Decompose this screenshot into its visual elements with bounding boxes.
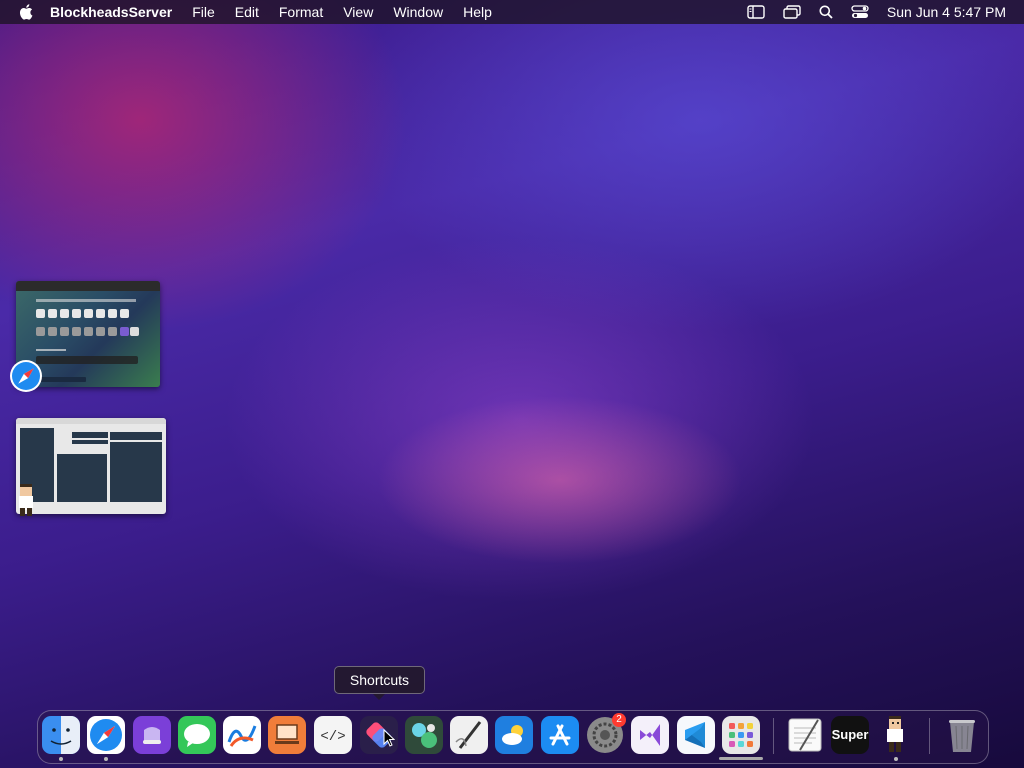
safari-thumbnail-badge-icon [10, 360, 42, 392]
freeform-icon[interactable] [223, 716, 261, 754]
safari-running-indicator [104, 757, 108, 761]
blockheads-running-indicator [894, 757, 898, 761]
menu-bar: BlockheadsServer File Edit Format View W… [0, 0, 1024, 24]
app-name-menu[interactable]: BlockheadsServer [50, 4, 172, 20]
super-label: Super [831, 727, 869, 742]
weather-icon[interactable] [495, 716, 533, 754]
pencil-app-icon[interactable] [450, 716, 488, 754]
dock-separator [773, 718, 774, 754]
menu-edit[interactable]: Edit [235, 4, 259, 20]
menu-window[interactable]: Window [393, 4, 443, 20]
dock-tooltip: Shortcuts [334, 666, 425, 700]
control-center-icon[interactable] [851, 5, 869, 19]
blockheads-thumbnail-badge-icon [16, 484, 36, 518]
textedit-icon[interactable] [786, 716, 824, 754]
trash-icon[interactable] [942, 716, 982, 754]
launchpad-progress-bar [719, 757, 763, 760]
thumbnail-preview [16, 418, 166, 510]
finder-icon[interactable] [42, 716, 80, 754]
mouse-cursor-icon [383, 729, 395, 747]
apple-logo-icon[interactable] [18, 3, 36, 21]
vscode-icon[interactable] [677, 716, 715, 754]
badge-count: 2 [616, 714, 622, 725]
palette-app-icon[interactable] [405, 716, 443, 754]
app-store-icon[interactable] [541, 716, 579, 754]
script-editor-icon[interactable]: </> [314, 716, 352, 754]
windows-icon[interactable] [783, 5, 801, 19]
blockheads-window-thumbnail[interactable] [16, 418, 166, 514]
menu-help[interactable]: Help [463, 4, 492, 20]
launchpad-icon[interactable] [722, 716, 760, 754]
menu-view[interactable]: View [343, 4, 373, 20]
menu-format[interactable]: Format [279, 4, 323, 20]
notification-badge: 2 [612, 713, 626, 727]
dock-separator-trash [929, 718, 930, 754]
podcasts-icon[interactable] [133, 716, 171, 754]
status-area: Sun Jun 4 5:47 PM [729, 0, 1006, 24]
menu-file[interactable]: File [192, 4, 215, 20]
safari-icon[interactable] [87, 716, 125, 754]
menubar-clock[interactable]: Sun Jun 4 5:47 PM [887, 4, 1006, 20]
keynote-icon[interactable] [268, 716, 306, 754]
sidebar-icon[interactable] [747, 5, 765, 19]
messages-icon[interactable] [178, 716, 216, 754]
blockheads-icon[interactable] [878, 716, 912, 754]
svg-text:</>: </> [320, 729, 345, 745]
search-icon[interactable] [819, 5, 833, 19]
finder-running-indicator [59, 757, 63, 761]
super-app-icon[interactable]: Super [831, 716, 869, 754]
visual-studio-icon[interactable] [631, 716, 669, 754]
